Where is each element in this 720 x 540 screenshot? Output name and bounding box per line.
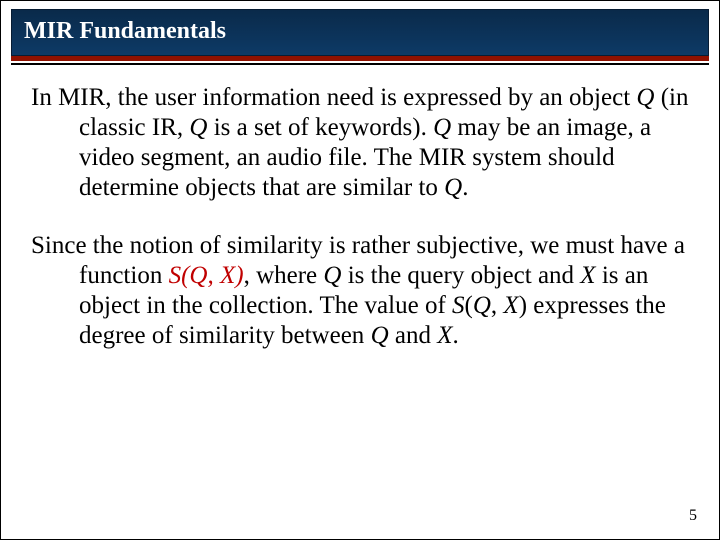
slide: MIR Fundamentals In MIR, the user inform… — [0, 0, 720, 540]
var-x: X — [580, 262, 595, 289]
similarity-fn: S(Q, X) — [169, 262, 244, 289]
var-x: X — [503, 292, 518, 319]
var-q: Q — [444, 174, 462, 201]
slide-body: In MIR, the user information need is exp… — [1, 65, 719, 539]
comma: , — [207, 262, 220, 289]
var-q: Q — [433, 114, 451, 141]
var-q: Q — [323, 262, 341, 289]
var-q: Q — [371, 322, 389, 349]
var-q: Q — [473, 292, 491, 319]
var-s: S — [169, 262, 182, 289]
page-number: 5 — [689, 507, 697, 525]
var-q: Q — [189, 262, 207, 289]
var-x: X — [220, 262, 235, 289]
var-s: S — [452, 292, 465, 319]
text: In MIR, the user information need is exp… — [31, 84, 636, 111]
paren: ) — [519, 292, 527, 319]
paragraph-1: In MIR, the user information need is exp… — [31, 83, 689, 203]
text: and — [389, 322, 438, 349]
paragraph-2: Since the notion of similarity is rather… — [31, 231, 689, 351]
paren: ( — [465, 292, 473, 319]
text: . — [462, 174, 468, 201]
text: . — [453, 322, 459, 349]
paren: ) — [235, 262, 243, 289]
var-q: Q — [189, 114, 207, 141]
text: is a set of keywords). — [207, 114, 433, 141]
var-q: Q — [636, 84, 654, 111]
accent-bar — [11, 56, 709, 61]
slide-title: MIR Fundamentals — [11, 9, 709, 56]
text: , where — [244, 262, 324, 289]
title-bar: MIR Fundamentals — [11, 9, 709, 61]
var-x: X — [437, 322, 452, 349]
text: is the query object and — [341, 262, 580, 289]
comma: , — [491, 292, 504, 319]
